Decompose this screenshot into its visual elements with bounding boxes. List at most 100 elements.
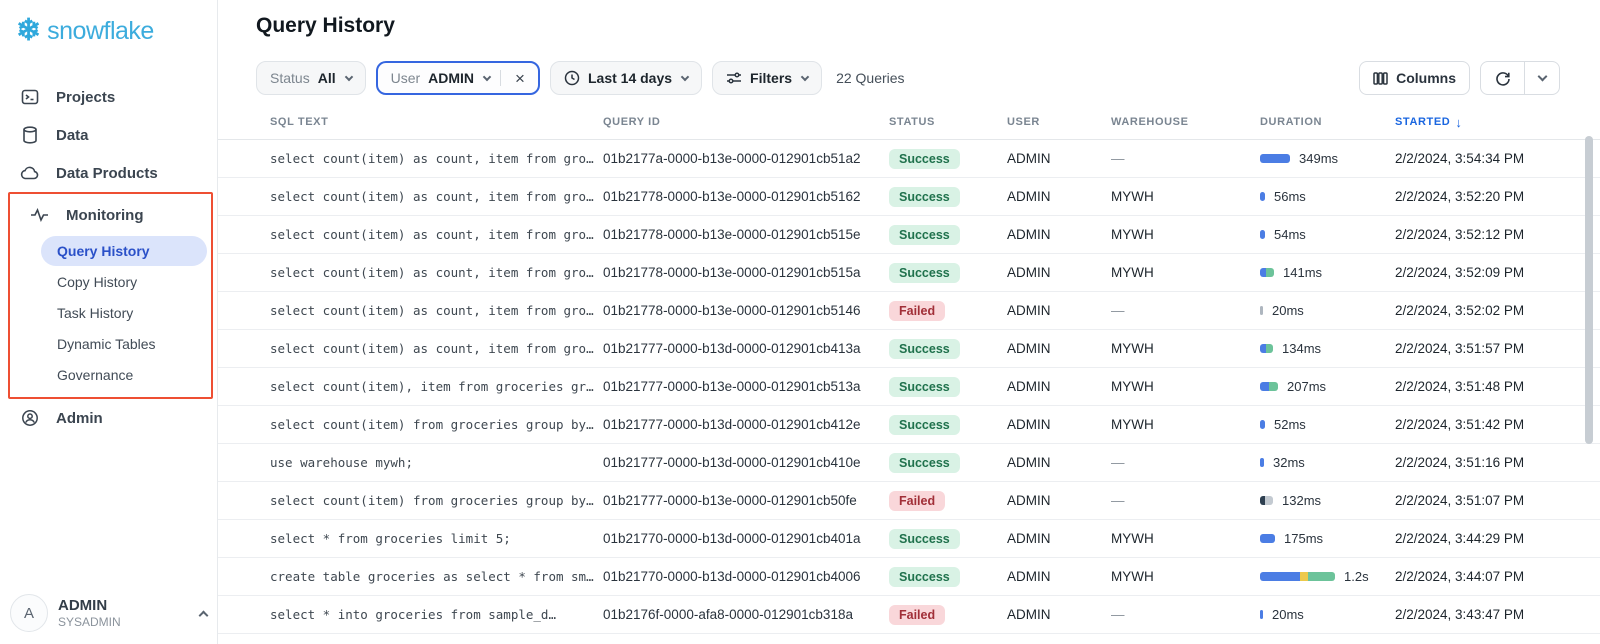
refresh-button[interactable] — [1481, 62, 1525, 94]
col-warehouse[interactable]: WAREHOUSE — [1111, 116, 1260, 128]
warehouse-cell: MYWH — [1111, 227, 1154, 242]
status-cell: Success — [889, 376, 1007, 397]
monitoring-sub-list: Query History Copy History Task History … — [41, 236, 207, 390]
sql-text-cell: select count(item) as count, item from g… — [270, 189, 594, 204]
table-row[interactable]: select count(item) from groceries group … — [218, 482, 1600, 520]
col-duration[interactable]: DURATION — [1260, 116, 1395, 128]
query-id-cell: 01b21778-0000-b13e-0000-012901cb515e — [603, 227, 861, 242]
table-row[interactable]: select count(item) as count, item from g… — [218, 254, 1600, 292]
columns-button[interactable]: Columns — [1359, 61, 1470, 95]
sidebar-item-data-products[interactable]: Data Products — [0, 154, 217, 192]
user-cell: ADMIN — [1007, 227, 1051, 242]
filter-value: All — [317, 70, 336, 86]
table-row[interactable]: select count(item) as count, item from g… — [218, 178, 1600, 216]
table-row[interactable]: select count(item) as count, item from g… — [218, 330, 1600, 368]
refresh-options-button[interactable] — [1525, 62, 1559, 94]
status-badge: Failed — [889, 490, 946, 511]
started-cell: 2/2/2024, 3:51:48 PM — [1395, 379, 1525, 394]
sidebar-item-projects[interactable]: Projects — [0, 78, 217, 116]
status-cell: Success — [889, 338, 1007, 359]
duration-bar — [1260, 458, 1264, 467]
duration-cell: 20ms — [1260, 607, 1395, 622]
user-filter[interactable]: User ADMIN × — [375, 61, 540, 95]
status-badge: Success — [889, 338, 960, 359]
snowflake-logo[interactable]: ❄ snowflake — [16, 14, 217, 48]
started-cell: 2/2/2024, 3:51:57 PM — [1395, 341, 1525, 356]
sql-text-cell: select count(item) as count, item from g… — [270, 227, 594, 242]
query-id-cell: 01b21777-0000-b13e-0000-012901cb513a — [603, 379, 861, 394]
user-cell: ADMIN — [1007, 341, 1051, 356]
started-cell: 2/2/2024, 3:52:09 PM — [1395, 265, 1525, 280]
sub-item-label: Governance — [57, 367, 134, 383]
started-cell: 2/2/2024, 3:43:47 PM — [1395, 607, 1525, 622]
warehouse-cell: — — [1111, 455, 1125, 470]
duration-bar — [1260, 344, 1273, 353]
table-row[interactable]: use warehouse mywh; 01b21777-0000-b13d-00… — [218, 444, 1600, 482]
sidebar-item-copy-history[interactable]: Copy History — [41, 267, 207, 297]
duration-bar — [1260, 382, 1278, 391]
user-cell: ADMIN — [1007, 607, 1051, 622]
col-sql-text[interactable]: SQL TEXT — [270, 116, 603, 128]
filter-label: User — [390, 70, 421, 86]
table-row[interactable]: select * into groceries from sample_d… 01… — [218, 596, 1600, 634]
duration-label: 54ms — [1274, 227, 1306, 242]
database-icon — [20, 126, 39, 145]
status-badge: Success — [889, 262, 960, 283]
sort-desc-icon: ↓ — [1455, 114, 1463, 130]
table-row[interactable]: select count(item) as count, item from g… — [218, 292, 1600, 330]
user-account-chip[interactable]: A ADMIN SYSADMIN — [10, 594, 209, 632]
sidebar-item-data[interactable]: Data — [0, 116, 217, 154]
monitoring-highlight-box: Monitoring Query History Copy History Ta… — [8, 192, 213, 399]
table-row[interactable]: select * from groceries limit 5; 01b21770… — [218, 520, 1600, 558]
sidebar-item-label: Monitoring — [66, 206, 144, 224]
clear-filter-icon[interactable]: × — [515, 70, 525, 87]
vertical-scrollbar[interactable] — [1585, 136, 1593, 444]
table-row[interactable]: select count(item), item from groceries … — [218, 368, 1600, 406]
warehouse-cell: MYWH — [1111, 189, 1154, 204]
sidebar-item-query-history[interactable]: Query History — [41, 236, 207, 266]
snowflake-wordmark: snowflake — [47, 16, 154, 45]
started-cell: 2/2/2024, 3:51:16 PM — [1395, 455, 1525, 470]
status-cell: Failed — [889, 300, 1007, 321]
query-id-cell: 01b21777-0000-b13d-0000-012901cb410e — [603, 455, 861, 470]
query-table-body: select count(item) as count, item from g… — [218, 140, 1600, 634]
user-cell: ADMIN — [1007, 189, 1051, 204]
duration-cell: 349ms — [1260, 151, 1395, 166]
started-cell: 2/2/2024, 3:54:34 PM — [1395, 151, 1525, 166]
table-row[interactable]: select count(item) as count, item from g… — [218, 216, 1600, 254]
table-row[interactable]: create table groceries as select * from … — [218, 558, 1600, 596]
col-status[interactable]: STATUS — [889, 116, 1007, 128]
sidebar-item-label: Projects — [56, 88, 116, 106]
chevron-down-icon — [1537, 71, 1547, 82]
table-row[interactable]: select count(item) as count, item from g… — [218, 140, 1600, 178]
col-started[interactable]: STARTED ↓ — [1395, 115, 1560, 130]
sidebar-item-monitoring[interactable]: Monitoring — [20, 196, 211, 234]
sidebar-item-admin[interactable]: Admin — [0, 399, 217, 437]
page-title: Query History — [256, 14, 395, 37]
status-cell: Success — [889, 148, 1007, 169]
sql-text-cell: select count(item) as count, item from g… — [270, 341, 594, 356]
duration-bar — [1260, 610, 1263, 619]
sub-item-label: Task History — [57, 305, 134, 321]
table-row[interactable]: select count(item) from groceries group … — [218, 406, 1600, 444]
user-cell: ADMIN — [1007, 151, 1051, 166]
status-filter[interactable]: Status All — [256, 61, 366, 95]
status-cell: Success — [889, 414, 1007, 435]
col-user[interactable]: USER — [1007, 116, 1111, 128]
sidebar-item-dynamic-tables[interactable]: Dynamic Tables — [41, 329, 207, 359]
status-cell: Failed — [889, 490, 1007, 511]
query-count: 22 Queries — [836, 70, 905, 86]
started-cell: 2/2/2024, 3:44:29 PM — [1395, 531, 1525, 546]
status-badge: Success — [889, 566, 960, 587]
query-history-table: SQL TEXT QUERY ID STATUS USER WAREHOUSE … — [218, 105, 1600, 634]
sidebar-nav: Projects Data Data Products Monitoring Q… — [0, 78, 217, 437]
col-query-id[interactable]: QUERY ID — [603, 116, 889, 128]
date-range-filter[interactable]: Last 14 days — [549, 61, 703, 95]
filters-button[interactable]: Filters — [712, 61, 823, 95]
sub-item-label: Copy History — [57, 274, 138, 290]
query-id-cell: 01b21778-0000-b13e-0000-012901cb5162 — [603, 189, 861, 204]
sidebar-item-governance[interactable]: Governance — [41, 360, 207, 390]
status-badge: Success — [889, 376, 960, 397]
sql-text-cell: select count(item) from groceries group … — [270, 417, 594, 432]
sidebar-item-task-history[interactable]: Task History — [41, 298, 207, 328]
